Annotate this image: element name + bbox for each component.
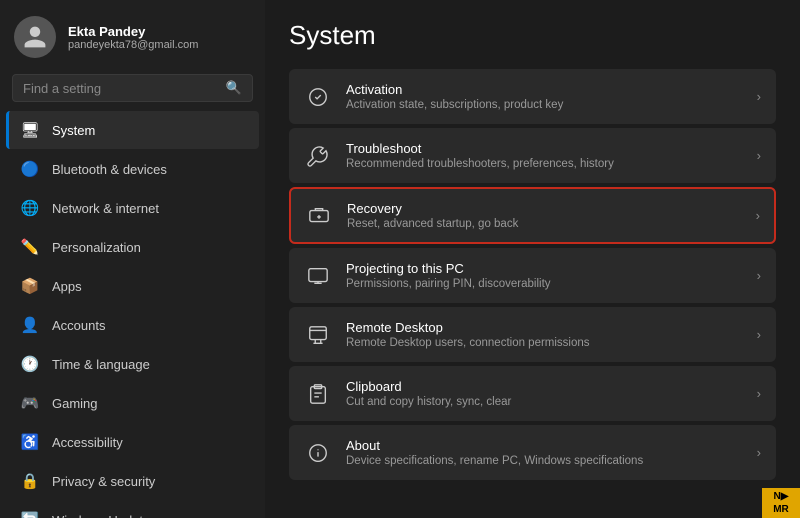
sidebar-item-gaming[interactable]: 🎮 Gaming bbox=[6, 384, 259, 422]
subtitle-remote: Remote Desktop users, connection permiss… bbox=[346, 337, 743, 349]
settings-item-projecting[interactable]: Projecting to this PC Permissions, pairi… bbox=[289, 248, 776, 303]
nav-label-system: System bbox=[52, 123, 95, 138]
search-icon: 🔍 bbox=[226, 80, 242, 96]
sidebar-item-privacy[interactable]: 🔒 Privacy & security bbox=[6, 462, 259, 500]
search-input[interactable] bbox=[23, 81, 218, 96]
icon-projecting bbox=[304, 262, 332, 290]
sidebar-item-apps[interactable]: 📦 Apps bbox=[6, 267, 259, 305]
text-remote: Remote Desktop Remote Desktop users, con… bbox=[346, 320, 743, 349]
nav-label-network: Network & internet bbox=[52, 201, 159, 216]
search-box[interactable]: 🔍 bbox=[12, 74, 253, 102]
nav-label-apps: Apps bbox=[52, 279, 82, 294]
watermark-line1: N▶ bbox=[765, 490, 797, 503]
nav-label-bluetooth: Bluetooth & devices bbox=[52, 162, 167, 177]
nav-label-accessibility: Accessibility bbox=[52, 435, 123, 450]
subtitle-recovery: Reset, advanced startup, go back bbox=[347, 218, 742, 230]
title-remote: Remote Desktop bbox=[346, 320, 743, 335]
nav-icon-time: 🕐 bbox=[20, 354, 40, 374]
nav-icon-bluetooth: 🔵 bbox=[20, 159, 40, 179]
icon-about bbox=[304, 439, 332, 467]
nav-icon-apps: 📦 bbox=[20, 276, 40, 296]
title-clipboard: Clipboard bbox=[346, 379, 743, 394]
nav-label-gaming: Gaming bbox=[52, 396, 98, 411]
icon-remote bbox=[304, 321, 332, 349]
settings-item-remote[interactable]: Remote Desktop Remote Desktop users, con… bbox=[289, 307, 776, 362]
settings-item-recovery[interactable]: Recovery Reset, advanced startup, go bac… bbox=[289, 187, 776, 244]
user-email: pandeyekta78@gmail.com bbox=[68, 39, 198, 51]
chevron-troubleshoot: › bbox=[757, 148, 761, 163]
sidebar-item-accounts[interactable]: 👤 Accounts bbox=[6, 306, 259, 344]
chevron-remote: › bbox=[757, 327, 761, 342]
title-projecting: Projecting to this PC bbox=[346, 261, 743, 276]
settings-list: Activation Activation state, subscriptio… bbox=[289, 69, 776, 480]
text-about: About Device specifications, rename PC, … bbox=[346, 438, 743, 467]
subtitle-projecting: Permissions, pairing PIN, discoverabilit… bbox=[346, 278, 743, 290]
nav-list: 🖥 System 🔵 Bluetooth & devices 🌐 Network… bbox=[0, 110, 265, 518]
sidebar-item-bluetooth[interactable]: 🔵 Bluetooth & devices bbox=[6, 150, 259, 188]
watermark-line2: MR bbox=[765, 503, 797, 516]
nav-icon-accessibility: ♿ bbox=[20, 432, 40, 452]
settings-item-about[interactable]: About Device specifications, rename PC, … bbox=[289, 425, 776, 480]
nav-label-update: Windows Update bbox=[52, 513, 150, 518]
text-projecting: Projecting to this PC Permissions, pairi… bbox=[346, 261, 743, 290]
main-content: System Activation Activation state, subs… bbox=[265, 0, 800, 518]
title-about: About bbox=[346, 438, 743, 453]
nav-label-accounts: Accounts bbox=[52, 318, 105, 333]
sidebar-item-update[interactable]: 🔄 Windows Update bbox=[6, 501, 259, 518]
sidebar-item-personalization[interactable]: ✏️ Personalization bbox=[6, 228, 259, 266]
nav-icon-privacy: 🔒 bbox=[20, 471, 40, 491]
sidebar-item-accessibility[interactable]: ♿ Accessibility bbox=[6, 423, 259, 461]
settings-item-activation[interactable]: Activation Activation state, subscriptio… bbox=[289, 69, 776, 124]
settings-item-clipboard[interactable]: Clipboard Cut and copy history, sync, cl… bbox=[289, 366, 776, 421]
nav-icon-network: 🌐 bbox=[20, 198, 40, 218]
user-name: Ekta Pandey bbox=[68, 24, 198, 39]
chevron-projecting: › bbox=[757, 268, 761, 283]
nav-label-personalization: Personalization bbox=[52, 240, 141, 255]
nav-icon-gaming: 🎮 bbox=[20, 393, 40, 413]
text-activation: Activation Activation state, subscriptio… bbox=[346, 82, 743, 111]
icon-recovery bbox=[305, 202, 333, 230]
chevron-clipboard: › bbox=[757, 386, 761, 401]
user-info: Ekta Pandey pandeyekta78@gmail.com bbox=[68, 24, 198, 51]
chevron-recovery: › bbox=[756, 208, 760, 223]
nav-icon-system: 🖥 bbox=[20, 120, 40, 140]
subtitle-troubleshoot: Recommended troubleshooters, preferences… bbox=[346, 158, 743, 170]
nav-label-privacy: Privacy & security bbox=[52, 474, 155, 489]
icon-clipboard bbox=[304, 380, 332, 408]
text-troubleshoot: Troubleshoot Recommended troubleshooters… bbox=[346, 141, 743, 170]
text-recovery: Recovery Reset, advanced startup, go bac… bbox=[347, 201, 742, 230]
nav-label-time: Time & language bbox=[52, 357, 150, 372]
nav-icon-update: 🔄 bbox=[20, 510, 40, 518]
sidebar-item-network[interactable]: 🌐 Network & internet bbox=[6, 189, 259, 227]
subtitle-clipboard: Cut and copy history, sync, clear bbox=[346, 396, 743, 408]
settings-item-troubleshoot[interactable]: Troubleshoot Recommended troubleshooters… bbox=[289, 128, 776, 183]
avatar bbox=[14, 16, 56, 58]
title-activation: Activation bbox=[346, 82, 743, 97]
title-troubleshoot: Troubleshoot bbox=[346, 141, 743, 156]
nav-icon-personalization: ✏️ bbox=[20, 237, 40, 257]
title-recovery: Recovery bbox=[347, 201, 742, 216]
watermark: N▶ MR bbox=[762, 488, 800, 518]
icon-troubleshoot bbox=[304, 142, 332, 170]
chevron-activation: › bbox=[757, 89, 761, 104]
sidebar-item-system[interactable]: 🖥 System bbox=[6, 111, 259, 149]
text-clipboard: Clipboard Cut and copy history, sync, cl… bbox=[346, 379, 743, 408]
subtitle-activation: Activation state, subscriptions, product… bbox=[346, 99, 743, 111]
chevron-about: › bbox=[757, 445, 761, 460]
user-profile: Ekta Pandey pandeyekta78@gmail.com bbox=[0, 0, 265, 70]
page-title: System bbox=[289, 20, 776, 51]
nav-icon-accounts: 👤 bbox=[20, 315, 40, 335]
sidebar-item-time[interactable]: 🕐 Time & language bbox=[6, 345, 259, 383]
subtitle-about: Device specifications, rename PC, Window… bbox=[346, 455, 743, 467]
sidebar: Ekta Pandey pandeyekta78@gmail.com 🔍 🖥 S… bbox=[0, 0, 265, 518]
icon-activation bbox=[304, 83, 332, 111]
